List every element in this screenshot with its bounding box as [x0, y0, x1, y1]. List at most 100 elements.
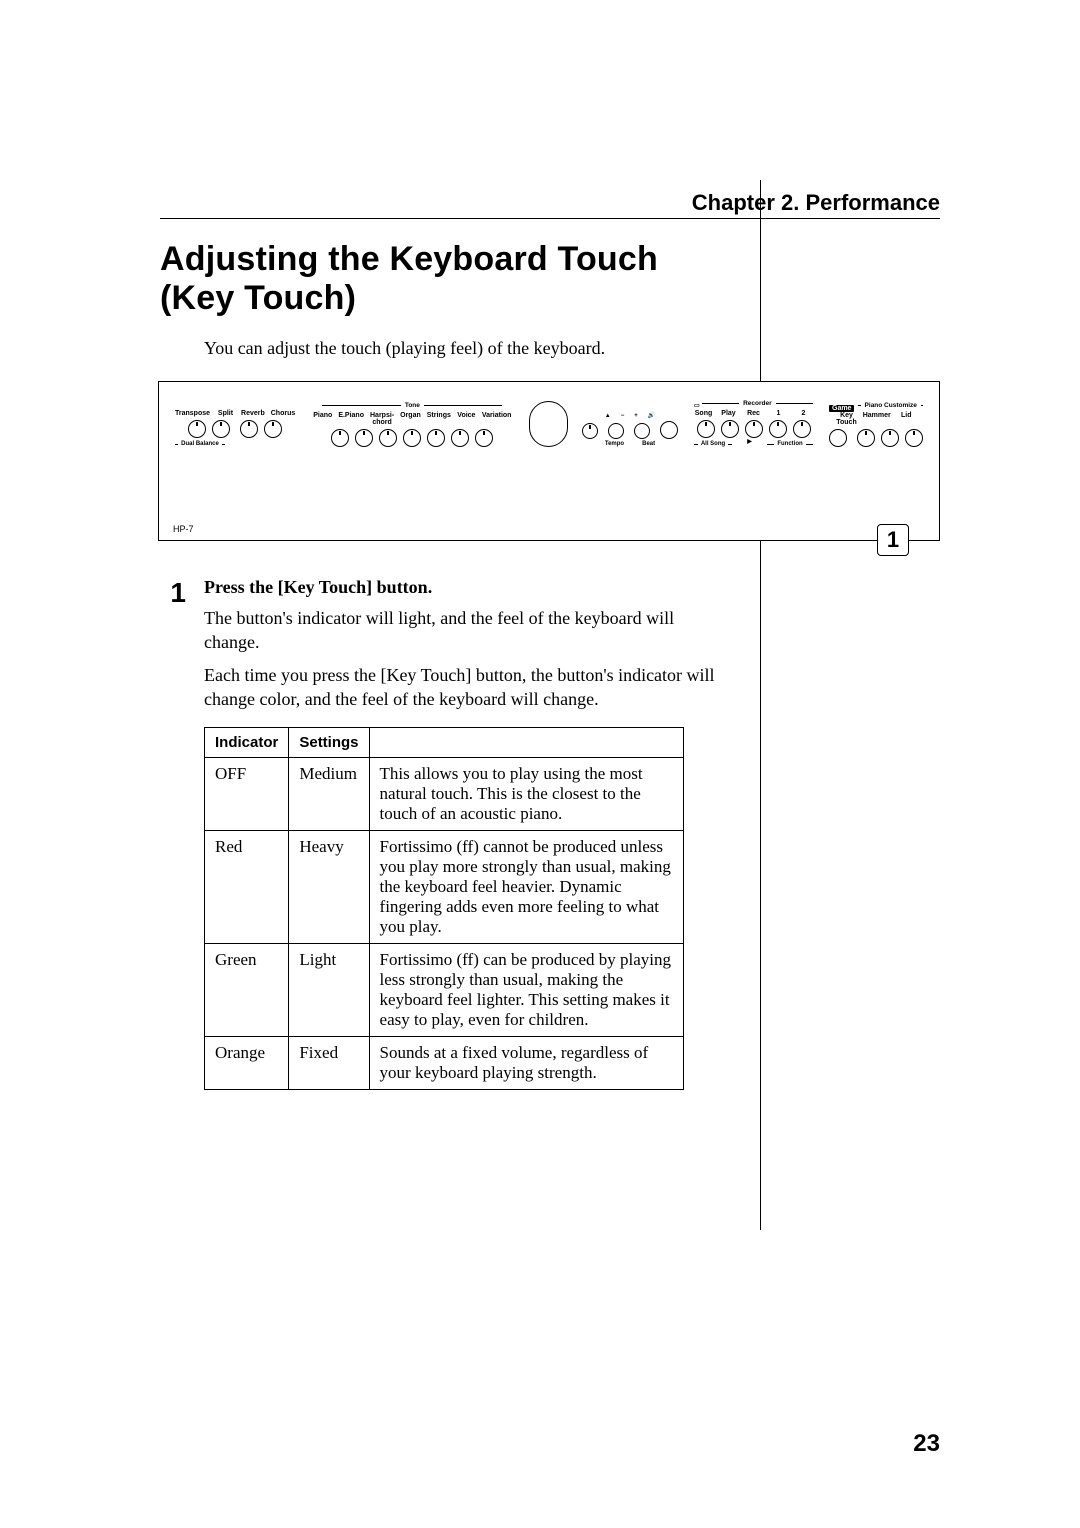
btn-label-track2: 2 [794, 410, 813, 417]
beat-button-icon [660, 421, 678, 439]
variation-button-icon [475, 429, 493, 447]
intro-text: You can adjust the touch (playing feel) … [204, 338, 730, 359]
btn-label-organ: Organ [400, 412, 421, 426]
epiano-button-icon [355, 429, 373, 447]
keytouch-button-icon [857, 429, 875, 447]
model-label: HP-7 [173, 524, 194, 534]
piano-customize-label: Piano Customize [865, 402, 917, 409]
step-number: 1 [160, 577, 186, 1090]
tempo-down-button-icon [608, 423, 624, 439]
all-song-label: All Song [701, 441, 725, 447]
btn-label-voice: Voice [457, 412, 476, 426]
transpose-button-icon [188, 420, 206, 438]
play-triangle-icon: ▶ [747, 438, 752, 447]
main-column: Adjusting the Keyboard Touch (Key Touch)… [160, 180, 761, 1230]
step-1: 1 Press the [Key Touch] button. The butt… [160, 577, 730, 1090]
cell-setting: Heavy [289, 831, 369, 944]
tone-button-group: Tone Piano E.Piano Harpsi- chord Organ S… [313, 402, 511, 447]
minus-label: − [621, 413, 625, 419]
cell-setting: Medium [289, 758, 369, 831]
step-paragraph-2: Each time you press the [Key Touch] butt… [204, 663, 730, 712]
btn-label-lid: Lid [897, 412, 916, 426]
cell-description: Fortissimo (ff) cannot be produced unles… [369, 831, 683, 944]
split-button-icon [212, 420, 230, 438]
game-button-icon [829, 429, 847, 447]
btn-label-transpose: Transpose [175, 410, 210, 417]
btn-label-epiano: E.Piano [338, 412, 364, 426]
table-row: Orange Fixed Sounds at a fixed volume, r… [205, 1037, 684, 1090]
callout-number: 1 [877, 524, 909, 556]
speaker-icon: 🔊 [648, 412, 655, 419]
control-panel-diagram: Transpose Split Reverb Chorus Du [158, 381, 940, 541]
disk-icon: ▭ [694, 402, 700, 409]
recorder-group-label: Recorder [743, 400, 772, 407]
btn-label-track1: 1 [769, 410, 788, 417]
tempo-beat-group: ▲ − + 🔊 Tempo Bea [582, 412, 678, 447]
beat-label: Beat [642, 441, 655, 447]
btn-label-song: Song [694, 410, 713, 417]
tempo-label: Tempo [605, 441, 624, 447]
hammer-button-icon [881, 429, 899, 447]
display-icon [529, 401, 568, 447]
th-description [369, 728, 683, 758]
btn-label-keytouch: Key Touch [836, 412, 856, 426]
cell-setting: Fixed [289, 1037, 369, 1090]
song-button-icon [697, 420, 715, 438]
table-row: Green Light Fortissimo (ff) can be produ… [205, 944, 684, 1037]
cell-indicator: Red [205, 831, 289, 944]
btn-label-reverb: Reverb [241, 410, 265, 417]
table-row: OFF Medium This allows you to play using… [205, 758, 684, 831]
section-title: Adjusting the Keyboard Touch (Key Touch) [160, 240, 730, 318]
piano-customize-group: Game Piano Customize Key Touch Hammer Li… [829, 402, 923, 447]
step-paragraph-1: The button's indicator will light, and t… [204, 606, 730, 655]
recorder-button-group: ▭ Recorder Song Play Rec 1 2 [694, 400, 813, 447]
track2-button-icon [793, 420, 811, 438]
rec-button-icon [745, 420, 763, 438]
cell-indicator: Green [205, 944, 289, 1037]
margin-column [761, 180, 940, 1230]
function-label: Function [777, 441, 802, 447]
settings-table: Indicator Settings OFF Medium This allow… [204, 727, 684, 1090]
lid-button-icon [905, 429, 923, 447]
th-indicator: Indicator [205, 728, 289, 758]
page: Chapter 2. Performance Adjusting the Key… [0, 0, 1080, 1528]
btn-label-rec: Rec [744, 410, 763, 417]
cell-indicator: OFF [205, 758, 289, 831]
table-row: Red Heavy Fortissimo (ff) cannot be prod… [205, 831, 684, 944]
dual-balance-label: Dual Balance [181, 441, 219, 447]
cell-indicator: Orange [205, 1037, 289, 1090]
tone-group-label: Tone [405, 402, 420, 409]
game-label: Game [829, 405, 854, 412]
header-rule [160, 218, 940, 219]
voice-button-icon [451, 429, 469, 447]
btn-label-chorus: Chorus [271, 410, 296, 417]
metronome-icon: ▲ [605, 413, 611, 419]
plus-label: + [634, 413, 638, 419]
cell-description: Fortissimo (ff) can be produced by playi… [369, 944, 683, 1037]
btn-label-harpsichord: Harpsi- chord [370, 412, 394, 426]
tempo-up-button-icon [634, 423, 650, 439]
left-button-group: Transpose Split Reverb Chorus Du [175, 410, 295, 447]
th-settings: Settings [289, 728, 369, 758]
btn-label-variation: Variation [482, 412, 512, 426]
piano-button-icon [331, 429, 349, 447]
btn-label-hammer: Hammer [863, 412, 891, 426]
step-title: Press the [Key Touch] button. [204, 577, 730, 598]
harpsichord-button-icon [379, 429, 397, 447]
play-button-icon [721, 420, 739, 438]
metronome-button-icon [582, 423, 598, 439]
btn-label-split: Split [216, 410, 235, 417]
btn-label-play: Play [719, 410, 738, 417]
page-number: 23 [913, 1430, 940, 1458]
organ-button-icon [403, 429, 421, 447]
cell-setting: Light [289, 944, 369, 1037]
chapter-heading: Chapter 2. Performance [692, 190, 940, 216]
chorus-button-icon [264, 420, 282, 438]
btn-label-piano: Piano [313, 412, 332, 426]
reverb-button-icon [240, 420, 258, 438]
strings-button-icon [427, 429, 445, 447]
track1-button-icon [769, 420, 787, 438]
cell-description: This allows you to play using the most n… [369, 758, 683, 831]
btn-label-strings: Strings [427, 412, 451, 426]
cell-description: Sounds at a fixed volume, regardless of … [369, 1037, 683, 1090]
